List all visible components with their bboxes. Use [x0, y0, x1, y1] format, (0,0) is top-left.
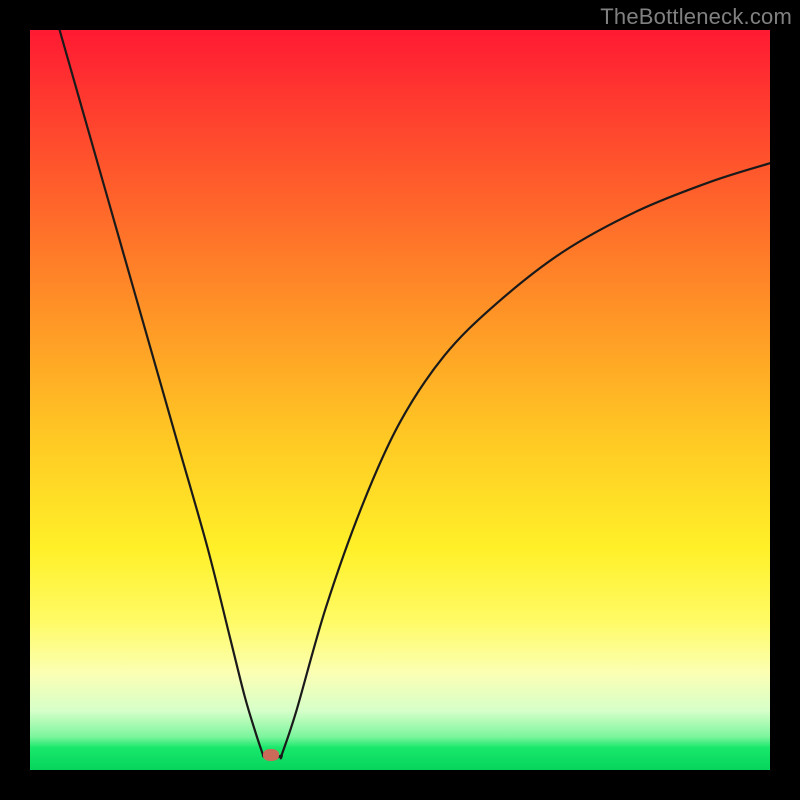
watermark-text: TheBottleneck.com	[600, 4, 792, 30]
bottleneck-curve	[30, 30, 770, 770]
chart-frame: TheBottleneck.com	[0, 0, 800, 800]
plot-area	[30, 30, 770, 770]
optimal-point-marker	[263, 749, 279, 761]
